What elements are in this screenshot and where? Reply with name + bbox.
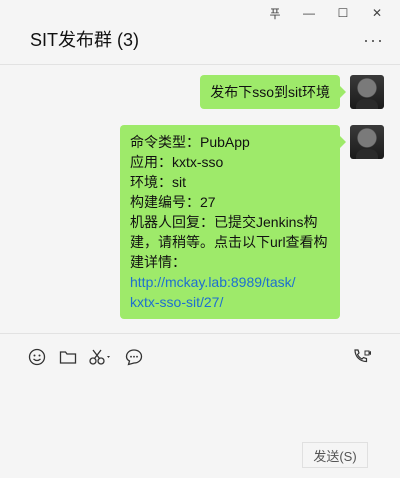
- message-item: 发布下sso到sit环境: [200, 75, 384, 109]
- title-bar: 푸 — ☐ ✕ SIT发布群 (3) ···: [0, 0, 400, 65]
- maximize-icon[interactable]: ☐: [326, 4, 360, 22]
- message-item: 命令类型：PubApp 应用：kxtx-sso 环境：sit 构建编号：27 机…: [120, 125, 384, 319]
- message-text: 机器人回复：已提交Jenkins构: [130, 214, 318, 230]
- avatar[interactable]: [350, 75, 384, 109]
- message-text: 环境：sit: [130, 174, 186, 190]
- message-bubble[interactable]: 发布下sso到sit环境: [200, 75, 346, 109]
- minimize-icon[interactable]: —: [292, 4, 326, 22]
- emoji-icon[interactable]: [26, 346, 48, 368]
- send-button[interactable]: 发送(S): [302, 442, 368, 468]
- chat-bubble-icon[interactable]: [123, 346, 145, 368]
- pin-icon[interactable]: 푸: [258, 4, 292, 22]
- window-controls: 푸 — ☐ ✕: [258, 4, 394, 22]
- task-link[interactable]: http://mckay.lab:8989/task/: [130, 272, 330, 292]
- message-text: 命令类型：PubApp: [130, 134, 250, 150]
- more-options-icon[interactable]: ···: [363, 30, 384, 51]
- avatar[interactable]: [350, 125, 384, 159]
- message-text: 发布下sso到sit环境: [210, 84, 330, 100]
- chat-title: SIT发布群 (3): [30, 30, 140, 50]
- message-text: 建，请稍等。点击以下url查看构: [130, 234, 328, 250]
- message-bubble[interactable]: 命令类型：PubApp 应用：kxtx-sso 环境：sit 构建编号：27 机…: [120, 125, 346, 319]
- close-icon[interactable]: ✕: [360, 4, 394, 22]
- video-call-icon[interactable]: [350, 346, 374, 368]
- folder-icon[interactable]: [57, 346, 79, 368]
- task-link[interactable]: kxtx-sso-sit/27/: [130, 292, 330, 312]
- input-toolbar: [0, 333, 400, 378]
- message-text: 建详情：: [130, 254, 186, 270]
- scissors-icon[interactable]: [87, 346, 115, 368]
- message-text: 构建编号：27: [130, 194, 216, 210]
- message-text: 应用：kxtx-sso: [130, 154, 224, 170]
- message-list[interactable]: 发布下sso到sit环境 命令类型：PubApp 应用：kxtx-sso 环境：…: [0, 65, 400, 333]
